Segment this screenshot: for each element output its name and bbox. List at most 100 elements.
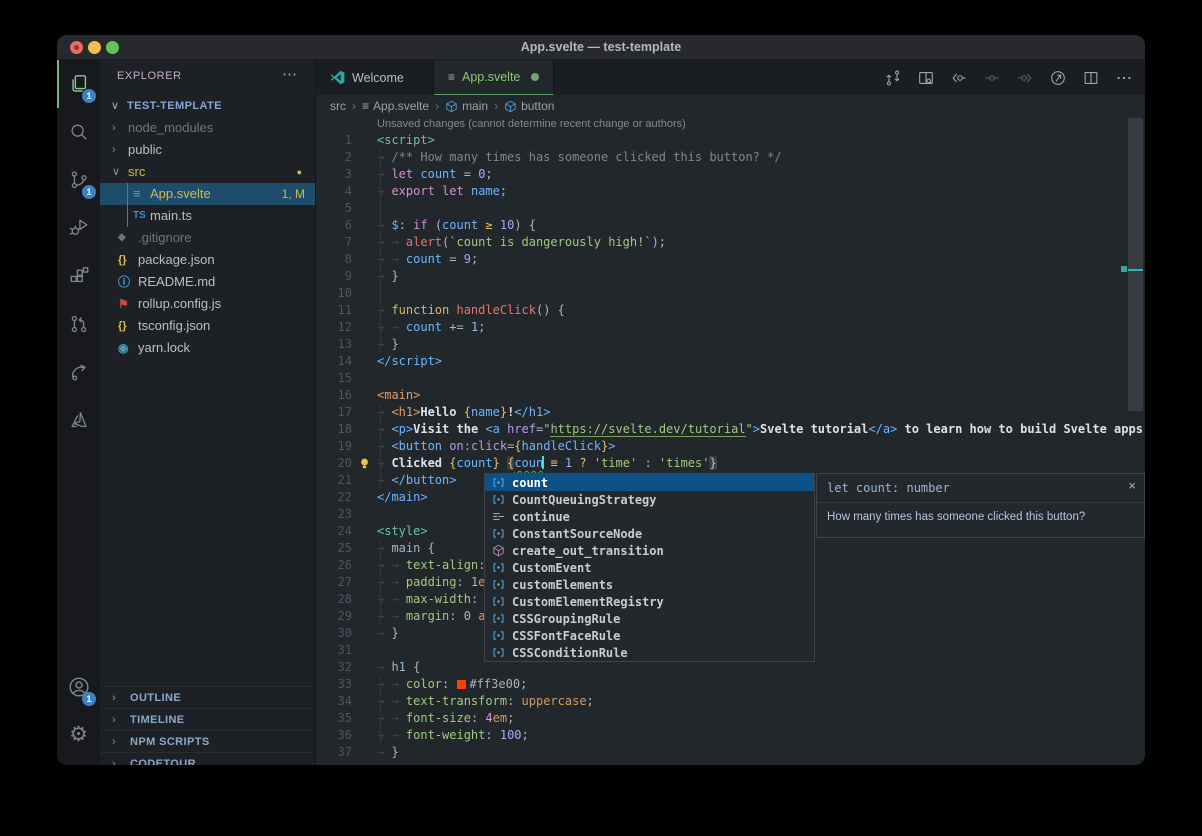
code-line-15[interactable]: 15 — [316, 370, 1145, 387]
file-history-icon[interactable] — [1049, 69, 1067, 87]
code-token: = — [442, 252, 464, 266]
code-line-6[interactable]: 6→ $: if (count ≥ 10) { — [316, 217, 1145, 234]
code-line-14[interactable]: 14</script> — [316, 353, 1145, 370]
tree-item-yarn-lock[interactable]: ◉yarn.lock — [100, 337, 315, 359]
code-line-17[interactable]: 17→ <h1>Hello {name}!</h1> — [316, 404, 1145, 421]
code-line-33[interactable]: 33→ → color: #ff3e00; — [316, 676, 1145, 693]
tree-item--gitignore[interactable]: ◆.gitignore — [100, 227, 315, 249]
tree-item-readme-md[interactable]: ⓘREADME.md — [100, 271, 315, 293]
tree-item-tsconfig-json[interactable]: {}tsconfig.json — [100, 315, 315, 337]
suggest-details: let count: number How many times has som… — [816, 473, 1145, 538]
tree-item-node-modules[interactable]: ›node_modules — [100, 117, 315, 139]
explorer-more-actions-icon[interactable]: ⋯ — [282, 65, 297, 83]
suggest-item-count[interactable]: count — [485, 474, 814, 491]
compare-changes-icon[interactable] — [884, 69, 902, 87]
code-line-9[interactable]: 9→ } — [316, 268, 1145, 285]
sidebar-section-timeline[interactable]: ›TIMELINE — [100, 708, 315, 730]
symbol-variable-icon — [488, 493, 508, 506]
tree-item-package-json[interactable]: {}package.json — [100, 249, 315, 271]
activity-source-control-button[interactable]: 1 — [57, 156, 100, 204]
code-token: $ — [391, 218, 398, 232]
tree-item-app-svelte[interactable]: ≡App.svelte1, M — [100, 183, 315, 205]
code-token: count — [456, 456, 492, 470]
activity-accounts-button[interactable]: 1 — [57, 663, 100, 711]
sidebar-section-codetour[interactable]: ›CODETOUR — [100, 752, 315, 765]
suggest-item-continue[interactable]: continue — [485, 508, 814, 525]
code-token: function — [391, 303, 449, 317]
open-preview-icon[interactable] — [917, 69, 935, 87]
code-line-11[interactable]: 11→ function handleClick() { — [316, 302, 1145, 319]
breadcrumb-item-src[interactable]: src — [330, 99, 346, 113]
code-area[interactable]: Unsaved changes (cannot determine recent… — [316, 117, 1145, 765]
project-root-row[interactable]: ∨ TEST-TEMPLATE — [100, 95, 315, 117]
activity-live-share-button[interactable] — [57, 348, 100, 396]
code-line-18[interactable]: 18→ <p>Visit the <a href="https://svelte… — [316, 421, 1145, 438]
code-token: → — [377, 745, 391, 759]
code-token: <script> — [377, 133, 435, 147]
code-text: → </button> — [377, 472, 456, 489]
tab-welcome[interactable]: Welcome — [316, 60, 434, 95]
tab-app-svelte[interactable]: ≡App.svelte — [434, 60, 554, 95]
code-line-5[interactable]: 5 — [316, 200, 1145, 217]
more-actions-icon[interactable] — [1115, 69, 1133, 87]
code-line-3[interactable]: 3→ let count = 0; — [316, 166, 1145, 183]
suggest-item-cssgroupingrule[interactable]: CSSGroupingRule — [485, 610, 814, 627]
code-line-12[interactable]: 12→ → count += 1; — [316, 319, 1145, 336]
next-change-icon[interactable] — [1016, 69, 1034, 87]
activity-explorer-button[interactable]: 1 — [57, 60, 100, 108]
tree-item-main-ts[interactable]: TSmain.ts — [100, 205, 315, 227]
sidebar-section-npm-scripts[interactable]: ›NPM SCRIPTS — [100, 730, 315, 752]
split-editor-icon[interactable] — [1082, 69, 1100, 87]
previous-change-icon[interactable] — [950, 69, 968, 87]
code-token: → → — [377, 592, 406, 606]
breadcrumb-item-app-svelte[interactable]: ≡App.svelte — [362, 99, 429, 113]
tree-item-src[interactable]: ∨src● — [100, 161, 315, 183]
activity-settings-button[interactable]: ⚙ — [57, 711, 100, 759]
breadcrumb-item-main[interactable]: main — [445, 99, 488, 113]
suggest-item-customelements[interactable]: customElements — [485, 576, 814, 593]
code-line-19[interactable]: 19→ <button on:click={handleClick}> — [316, 438, 1145, 455]
suggest-item-create_out_transition[interactable]: create_out_transition — [485, 542, 814, 559]
suggest-item-cssfontfacerule[interactable]: CSSFontFaceRule — [485, 627, 814, 644]
code-line-13[interactable]: 13→ } — [316, 336, 1145, 353]
sidebar-section-outline[interactable]: ›OUTLINE — [100, 686, 315, 708]
code-line-2[interactable]: 2→ /** How many times has someone clicke… — [316, 149, 1145, 166]
code-line-4[interactable]: 4→ export let name; — [316, 183, 1145, 200]
code-line-7[interactable]: 7→ → alert(`count is dangerously high!`)… — [316, 234, 1145, 251]
editor-scrollbar[interactable] — [1128, 118, 1143, 411]
code-token: } — [391, 626, 398, 640]
activity-run-debug-button[interactable] — [57, 204, 100, 252]
code-line-1[interactable]: 1<script> — [316, 132, 1145, 149]
code-line-16[interactable]: 16<main> — [316, 387, 1145, 404]
indent-guide — [127, 183, 128, 227]
suggest-item-customevent[interactable]: CustomEvent — [485, 559, 814, 576]
extensions-icon — [68, 265, 90, 287]
code-line-20[interactable]: 20→ Clicked {count} {coun ≡ 1 ? 'time' :… — [316, 455, 1145, 472]
activity-github-pr-button[interactable] — [57, 300, 100, 348]
code-line-36[interactable]: 36→ → font-weight: 100; — [316, 727, 1145, 744]
code-token: → → — [377, 728, 406, 742]
current-change-icon[interactable] — [983, 69, 1001, 87]
activity-azure-button[interactable] — [57, 396, 100, 444]
line-number: 11 — [316, 302, 352, 319]
code-line-10[interactable]: 10 — [316, 285, 1145, 302]
code-line-37[interactable]: 37→ } — [316, 744, 1145, 761]
suggest-item-constantsourcenode[interactable]: ConstantSourceNode — [485, 525, 814, 542]
color-swatch — [457, 680, 466, 689]
tree-item-rollup-config-js[interactable]: ⚑rollup.config.js — [100, 293, 315, 315]
close-icon[interactable]: × — [1128, 478, 1136, 493]
code-line-8[interactable]: 8→ → count = 9; — [316, 251, 1145, 268]
breadcrumb-item-button[interactable]: button — [504, 99, 554, 113]
folder-label: public — [128, 139, 162, 161]
breadcrumb-label: src — [330, 99, 346, 113]
code-line-34[interactable]: 34→ → text-transform: uppercase; — [316, 693, 1145, 710]
activity-search-button[interactable] — [57, 108, 100, 156]
lightbulb-icon[interactable] — [358, 457, 371, 470]
suggest-item-customelementregistry[interactable]: CustomElementRegistry — [485, 593, 814, 610]
activity-extensions-button[interactable] — [57, 252, 100, 300]
suggest-item-countqueuingstrategy[interactable]: CountQueuingStrategy — [485, 491, 814, 508]
tree-item-public[interactable]: ›public — [100, 139, 315, 161]
code-line-35[interactable]: 35→ → font-size: 4em; — [316, 710, 1145, 727]
suggest-item-cssconditionrule[interactable]: CSSConditionRule — [485, 644, 814, 661]
line-number: 22 — [316, 489, 352, 506]
